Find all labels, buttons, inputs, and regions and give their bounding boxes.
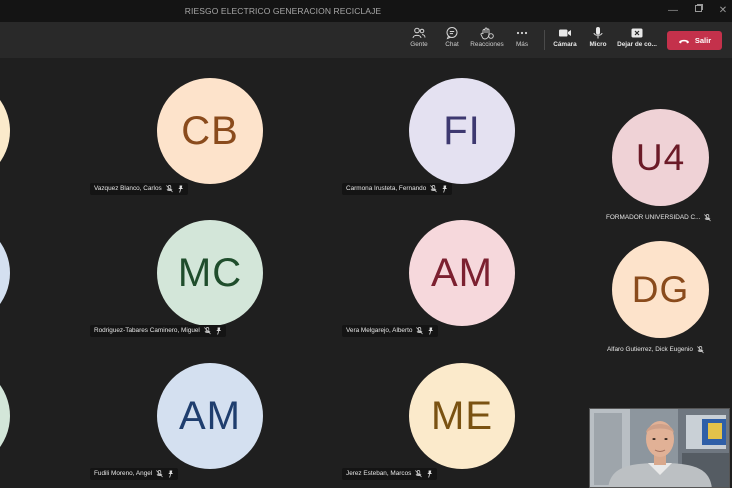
chat-label: Chat (445, 41, 459, 48)
hang-up-icon (678, 39, 689, 43)
more-label: Más (515, 41, 529, 48)
participant-avatar[interactable]: AM (157, 363, 263, 469)
participant-name: Vera Melgarejo, Alberto (346, 327, 413, 334)
participant-nametag: Rodriguez-Tabares Caminero, Miguel (90, 325, 226, 337)
participant-nametag: Fudili Moreno, Angel (90, 468, 179, 480)
mic-off-icon (704, 214, 712, 222)
participant-avatar[interactable]: MC (157, 220, 263, 326)
avatar-initials: AM (431, 250, 493, 295)
people-label: Gente (410, 41, 428, 48)
partial-avatar (0, 220, 10, 326)
leave-label: Salir (694, 36, 712, 45)
participant-name: Jerez Esteban, Marcos (346, 470, 412, 477)
microphone-icon (593, 27, 603, 39)
partial-avatar (0, 363, 10, 469)
chat-icon (446, 27, 458, 40)
title-bar: RIESGO ELECTRICO GENERACION RECICLAJE — … (0, 0, 732, 22)
avatar-initials: MC (177, 250, 243, 295)
reactions-icon (480, 27, 494, 40)
pin-icon (168, 470, 174, 478)
reactions-label: Reacciones (470, 41, 504, 48)
participant-avatar[interactable]: AM (409, 220, 515, 326)
participant-avatar[interactable]: ME (409, 363, 515, 469)
pin-icon (216, 327, 221, 335)
teams-meeting-window: RIESGO ELECTRICO GENERACION RECICLAJE — … (0, 0, 732, 488)
mic-off-icon (415, 470, 423, 478)
participant-avatar[interactable]: CB (157, 78, 263, 184)
mic-off-icon (430, 185, 438, 193)
participant-nametag: Jerez Esteban, Marcos (342, 468, 438, 480)
participant-avatar[interactable]: U4 (612, 109, 709, 206)
more-icon (516, 31, 528, 35)
participant-avatar[interactable]: DG (612, 241, 709, 338)
pin-icon (427, 470, 433, 478)
leave-button[interactable]: Salir (667, 31, 722, 50)
participant-name: Fudili Moreno, Angel (94, 470, 153, 477)
participant-nametag: Alfaro Gutierrez, Dick Eugenio (603, 344, 708, 356)
chat-button[interactable]: Chat (439, 26, 465, 56)
stop-sharing-button[interactable]: Dejar de co... (615, 26, 659, 56)
avatar-initials: AM (179, 393, 241, 438)
participant-name: FORMADOR UNIVERSIDAD C... (606, 214, 701, 221)
mic-off-icon (697, 346, 704, 354)
reactions-button[interactable]: Reacciones (469, 26, 505, 56)
restore-icon[interactable] (690, 3, 708, 19)
self-video-preview[interactable] (589, 408, 730, 488)
avatar-initials: ME (431, 393, 493, 438)
avatar-initials: CB (181, 108, 239, 153)
window-title: RIESGO ELECTRICO GENERACION RECICLAJE (184, 6, 382, 16)
camera-label: Cámara (553, 41, 577, 48)
pin-icon (178, 185, 183, 193)
avatar-initials: DG (631, 268, 690, 310)
camera-icon (559, 29, 571, 37)
pin-icon (442, 185, 448, 193)
meeting-toolbar: Gente Chat Reacciones Más Cámara Micro D… (0, 22, 732, 58)
participant-nametag: Vazquez Blanco, Carlos (90, 183, 188, 195)
mic-off-icon (416, 327, 424, 335)
participant-name: Rodriguez-Tabares Caminero, Miguel (94, 327, 200, 334)
self-video-image (590, 409, 729, 487)
mic-off-icon (204, 327, 211, 335)
camera-button[interactable]: Cámara (551, 26, 579, 56)
mic-label: Micro (589, 41, 607, 48)
minimize-icon[interactable]: — (664, 3, 682, 19)
more-button[interactable]: Más (510, 26, 534, 56)
mic-off-icon (156, 470, 164, 478)
stop-share-label: Dejar de co... (617, 41, 657, 48)
people-icon (412, 27, 426, 39)
participant-nametag: Carmona Irusteta, Fernando (342, 183, 453, 195)
mic-button[interactable]: Micro (585, 26, 611, 56)
participant-avatar[interactable]: FI (409, 78, 515, 184)
participant-name: Alfaro Gutierrez, Dick Eugenio (607, 346, 693, 353)
mic-off-icon (165, 185, 173, 193)
participant-nametag: Vera Melgarejo, Alberto (342, 325, 439, 337)
avatar-initials: FI (443, 108, 481, 153)
people-button[interactable]: Gente (404, 26, 434, 56)
avatar-initials: U4 (635, 136, 686, 178)
pin-icon (428, 327, 434, 335)
participant-name: Carmona Irusteta, Fernando (346, 185, 427, 192)
stop-share-icon (631, 28, 643, 38)
close-icon[interactable]: ✕ (714, 3, 732, 19)
toolbar-divider (544, 30, 545, 50)
participant-name: Vazquez Blanco, Carlos (94, 185, 162, 192)
participant-nametag: FORMADOR UNIVERSIDAD C... (602, 212, 715, 224)
partial-avatar (0, 78, 10, 184)
